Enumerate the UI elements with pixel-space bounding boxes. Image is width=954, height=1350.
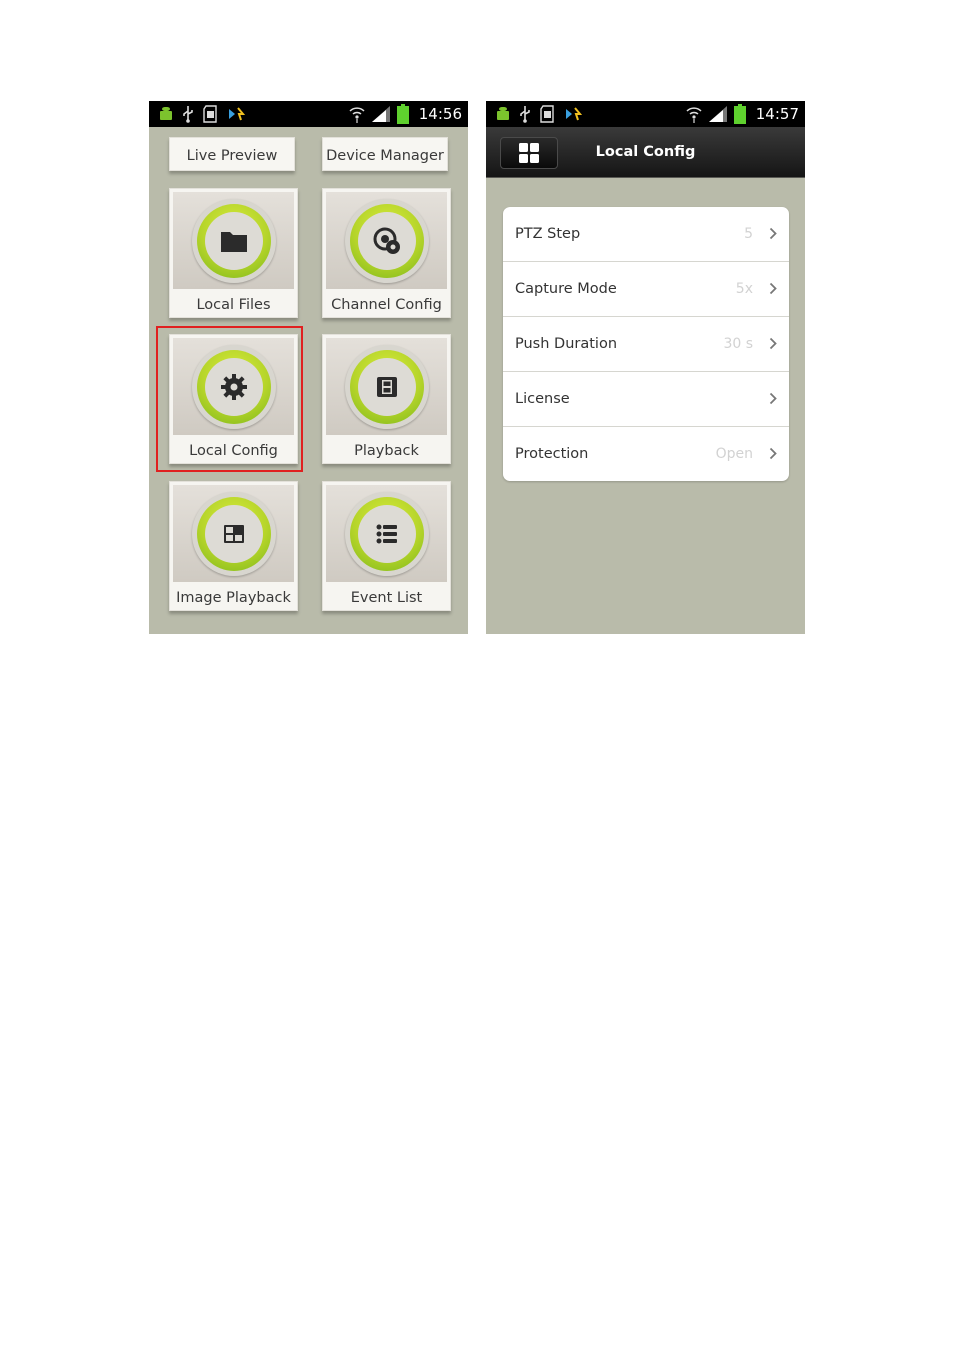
status-bar: 14:57 (486, 101, 805, 127)
row-label: License (515, 391, 570, 407)
wifi-icon (686, 107, 702, 123)
row-value: 5 (744, 226, 753, 242)
battery-icon (733, 104, 746, 124)
main-menu-screen: 14:56 Live Preview Device Manager Local … (149, 101, 468, 634)
wifi-icon (349, 107, 365, 123)
folder-icon (220, 231, 247, 252)
chevron-right-icon (769, 227, 777, 240)
license-row[interactable]: License (503, 372, 789, 427)
android-icon (497, 107, 509, 120)
menu-button[interactable] (500, 137, 558, 169)
row-label: PTZ Step (515, 226, 581, 242)
row-value: 30 s (723, 336, 753, 352)
tile-label: Channel Config (331, 297, 442, 313)
image-playback-tile[interactable]: Image Playback (169, 481, 298, 611)
local-files-tile[interactable]: Local Files (169, 188, 298, 318)
chevron-right-icon (769, 392, 777, 405)
signal-icon (371, 106, 390, 122)
tile-label: Local Files (196, 297, 271, 313)
status-bar: 14:56 (149, 101, 468, 127)
image-grid-icon (223, 524, 244, 543)
signal-icon (708, 106, 727, 122)
chevron-right-icon (769, 337, 777, 350)
playback-tile[interactable]: Playback (322, 334, 451, 464)
status-time: 14:56 (418, 105, 462, 123)
battery-icon (396, 104, 409, 124)
android-icon (160, 107, 172, 120)
status-time: 14:57 (755, 105, 799, 123)
event-list-tile[interactable]: Event List (322, 481, 451, 611)
protection-row[interactable]: Protection Open (503, 427, 789, 481)
push-duration-row[interactable]: Push Duration 30 s (503, 317, 789, 372)
row-label: Capture Mode (515, 281, 617, 297)
capture-mode-row[interactable]: Capture Mode 5x (503, 262, 789, 317)
channel-config-icon (373, 227, 400, 254)
usb-icon (183, 106, 193, 123)
device-manager-button[interactable]: Device Manager (322, 137, 448, 171)
list-icon (376, 524, 397, 543)
row-value: 5x (735, 281, 753, 297)
tile-label: Event List (350, 590, 423, 606)
usb-icon (520, 106, 530, 123)
channel-config-tile[interactable]: Channel Config (322, 188, 451, 318)
ptz-step-row[interactable]: PTZ Step 5 (503, 207, 789, 262)
row-label: Protection (515, 446, 589, 462)
tile-label: Image Playback (176, 590, 291, 606)
film-icon (376, 376, 397, 397)
chevron-right-icon (769, 282, 777, 295)
sd-card-icon (203, 105, 217, 123)
settings-list: PTZ Step 5 Capture Mode 5x Push Duration… (503, 207, 789, 481)
grid-menu-icon (519, 143, 539, 163)
sd-card-icon (540, 105, 554, 123)
row-label: Push Duration (515, 336, 618, 352)
live-preview-button[interactable]: Live Preview (169, 137, 295, 171)
sync-icon (566, 107, 582, 121)
title-bar: Local Config (486, 127, 805, 178)
chevron-right-icon (769, 447, 777, 460)
local-config-screen: 14:57 Local Config PTZ Step 5 Capture Mo… (486, 101, 805, 634)
tile-label: Playback (354, 443, 419, 459)
row-value: Open (715, 446, 753, 462)
sync-icon (229, 107, 245, 121)
local-config-highlight (156, 326, 303, 472)
